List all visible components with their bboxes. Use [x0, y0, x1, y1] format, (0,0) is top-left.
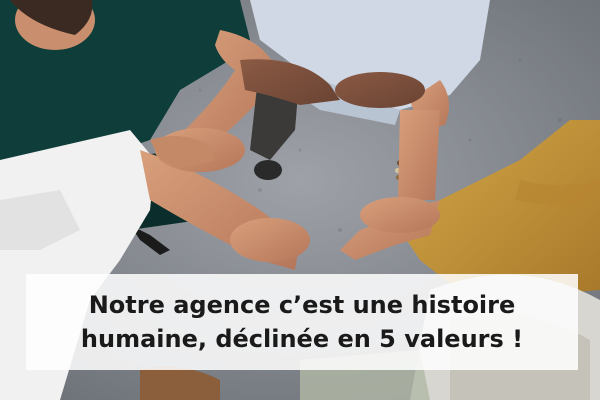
team-hands-banner: Notre agence c’est une histoire humaine,… — [0, 0, 600, 400]
caption-line-1: Notre agence c’est une histoire — [88, 291, 516, 319]
caption-line-2: humaine, déclinée en 5 valeurs ! — [80, 325, 524, 353]
caption-box: Notre agence c’est une histoire humaine,… — [26, 274, 578, 370]
